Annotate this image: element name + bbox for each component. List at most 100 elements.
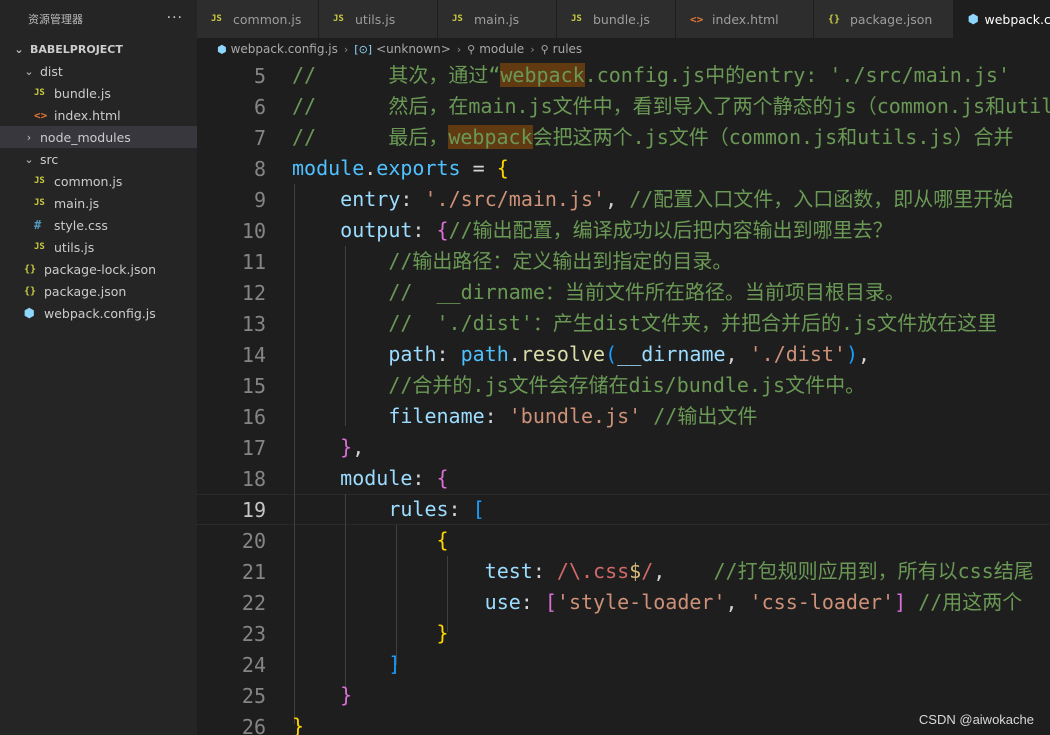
js-file-icon: JS [571, 14, 582, 24]
html-file-icon: <> [34, 108, 48, 122]
code-line-18: module: { [340, 466, 449, 490]
code-line-13: // './dist'：产生dist文件夹，并把合并后的.js文件放在这里 [388, 311, 998, 335]
line-number: 24 [241, 652, 266, 677]
explorer-sidebar: 资源管理器 ··· ⌄ BABELPROJECT ⌄ dist JS bundle.j… [0, 0, 197, 735]
code-line-17: }, [340, 435, 365, 459]
line-number: 14 [241, 342, 266, 367]
editor-tabs: JS common.js JS utils.js JS main.js JS bundle.j… [197, 0, 1050, 38]
tree-item-label: package.json [44, 283, 127, 299]
editor-tab[interactable]: {} package.json [814, 0, 954, 38]
breadcrumb-item[interactable]: ⚲ module [467, 42, 524, 56]
tree-item[interactable]: {} package-lock.json [0, 258, 197, 280]
line-number: 16 [241, 404, 266, 429]
code-line-21: test: /\.css$/, //打包规则应用到，所有以css结尾 [484, 559, 1034, 583]
chevron-right-icon: › [343, 42, 349, 56]
code-line-19: rules: [ [388, 497, 485, 521]
tree-item-label: style.css [54, 217, 108, 233]
breadcrumb-item[interactable]: ⚲ rules [541, 42, 583, 56]
line-number: 12 [241, 280, 266, 305]
breadcrumb-item[interactable]: ⬢ webpack.config.js [217, 42, 338, 56]
project-root[interactable]: ⌄ BABELPROJECT [0, 38, 197, 60]
tree-item[interactable]: ⌄ src [0, 148, 197, 170]
line-number: 11 [241, 249, 266, 274]
breadcrumb-label: module [479, 42, 525, 56]
line-number: 19 [241, 497, 266, 522]
editor-tab[interactable]: JS utils.js [319, 0, 438, 38]
code-line-26: } [292, 714, 305, 735]
line-number: 22 [241, 590, 266, 615]
tree-item-label: dist [40, 63, 63, 79]
explorer-title: 资源管理器 [28, 13, 83, 26]
js-file-icon: JS [211, 14, 222, 24]
tree-item-label: bundle.js [54, 85, 111, 101]
chevron-down-icon: ⌄ [24, 64, 34, 78]
line-number: 18 [241, 466, 266, 491]
tree-item[interactable]: JS main.js [0, 192, 197, 214]
chevron-down-icon: ⌄ [14, 42, 24, 56]
editor-tab[interactable]: JS common.js [197, 0, 319, 38]
editor-tab[interactable]: <> index.html [676, 0, 814, 38]
tree-item-label: webpack.config.js [44, 305, 156, 321]
code-line-16: filename: 'bundle.js' //输出文件 [388, 404, 758, 428]
code-editor[interactable]: 5 6 7 8 9 10 11 12 13 14 15 16 17 18 19 20 21 22 23 24 25 26 … [197, 60, 1050, 735]
line-number: 21 [241, 559, 266, 584]
editor-tab-label: index.html [712, 11, 779, 27]
tree-item[interactable]: {} package.json [0, 280, 197, 302]
project-root-label: BABELPROJECT [30, 42, 123, 56]
line-number: 25 [241, 683, 266, 708]
line-number: 23 [241, 621, 266, 646]
line-number: 8 [253, 156, 266, 181]
json-file-icon: {} [828, 13, 841, 25]
tree-item[interactable]: ⬢ webpack.config.js [0, 302, 197, 324]
code-line-15: //合并的.js文件会存储在dis/bundle.js文件中。 [388, 373, 866, 397]
code-line-6: // 然后，在main.js文件中，看到导入了两个静态的js（common.js… [292, 94, 1050, 118]
tree-item-label: index.html [54, 107, 121, 123]
tree-item[interactable]: # style.css [0, 214, 197, 236]
html-file-icon: <> [690, 12, 704, 26]
editor-tab[interactable]: ⬢ webpack.config.js [954, 0, 1050, 38]
js-file-icon: JS [333, 14, 344, 24]
code-line-23: } [436, 621, 449, 645]
breadcrumb-item[interactable]: [⊙] <unknown> [354, 42, 450, 56]
code-line-7: // 最后，webpack会把这两个.js文件（common.js和utils.… [292, 125, 1014, 149]
file-tree: ⌄ dist JS bundle.js <> index.html › node_module… [0, 60, 197, 324]
code-line-8: module.exports = { [292, 156, 509, 180]
watermark: CSDN @aiwokache [918, 712, 1034, 727]
code-line-12: // __dirname：当前文件所在路径。当前项目根目录。 [388, 280, 905, 304]
code-line-11: //输出路径：定义输出到指定的目录。 [388, 249, 733, 273]
more-actions-icon[interactable]: ··· [167, 10, 183, 26]
code-line-20: { [436, 528, 449, 552]
tree-item[interactable]: › node_modules [0, 126, 197, 148]
tree-item-label: main.js [54, 195, 100, 211]
code-line-9: entry: './src/main.js', //配置入口文件，入口函数，即从… [340, 187, 1014, 211]
editor-tab[interactable]: JS bundle.js [557, 0, 676, 38]
explorer-header: 资源管理器 ··· [0, 0, 197, 38]
webpack-icon: ⬢ [217, 42, 227, 56]
chevron-right-icon: › [456, 42, 462, 56]
js-file-icon: JS [34, 88, 45, 98]
json-file-icon: {} [24, 285, 37, 297]
chevron-down-icon: ⌄ [24, 152, 34, 166]
line-number: 9 [253, 187, 266, 212]
breadcrumb-label: <unknown> [376, 42, 451, 56]
breadcrumb-label: rules [552, 42, 583, 56]
editor-tab-label: utils.js [355, 11, 396, 27]
editor-tab-label: bundle.js [593, 11, 650, 27]
tree-item-label: node_modules [40, 129, 131, 145]
tree-item-label: src [40, 151, 59, 167]
line-number: 15 [241, 373, 266, 398]
tree-item[interactable]: JS common.js [0, 170, 197, 192]
tree-item[interactable]: <> index.html [0, 104, 197, 126]
tree-item[interactable]: ⌄ dist [0, 60, 197, 82]
webpack-icon: ⬢ [24, 306, 35, 320]
editor-tab-label: package.json [850, 11, 933, 27]
editor-tab-label: common.js [233, 11, 302, 27]
code-line-25: } [340, 683, 353, 707]
line-number: 26 [241, 714, 266, 735]
tree-item[interactable]: JS bundle.js [0, 82, 197, 104]
tree-item-label: package-lock.json [44, 261, 157, 277]
editor-tab[interactable]: JS main.js [438, 0, 557, 38]
line-number: 6 [253, 94, 266, 119]
tree-item-label: utils.js [54, 239, 95, 255]
tree-item[interactable]: JS utils.js [0, 236, 197, 258]
